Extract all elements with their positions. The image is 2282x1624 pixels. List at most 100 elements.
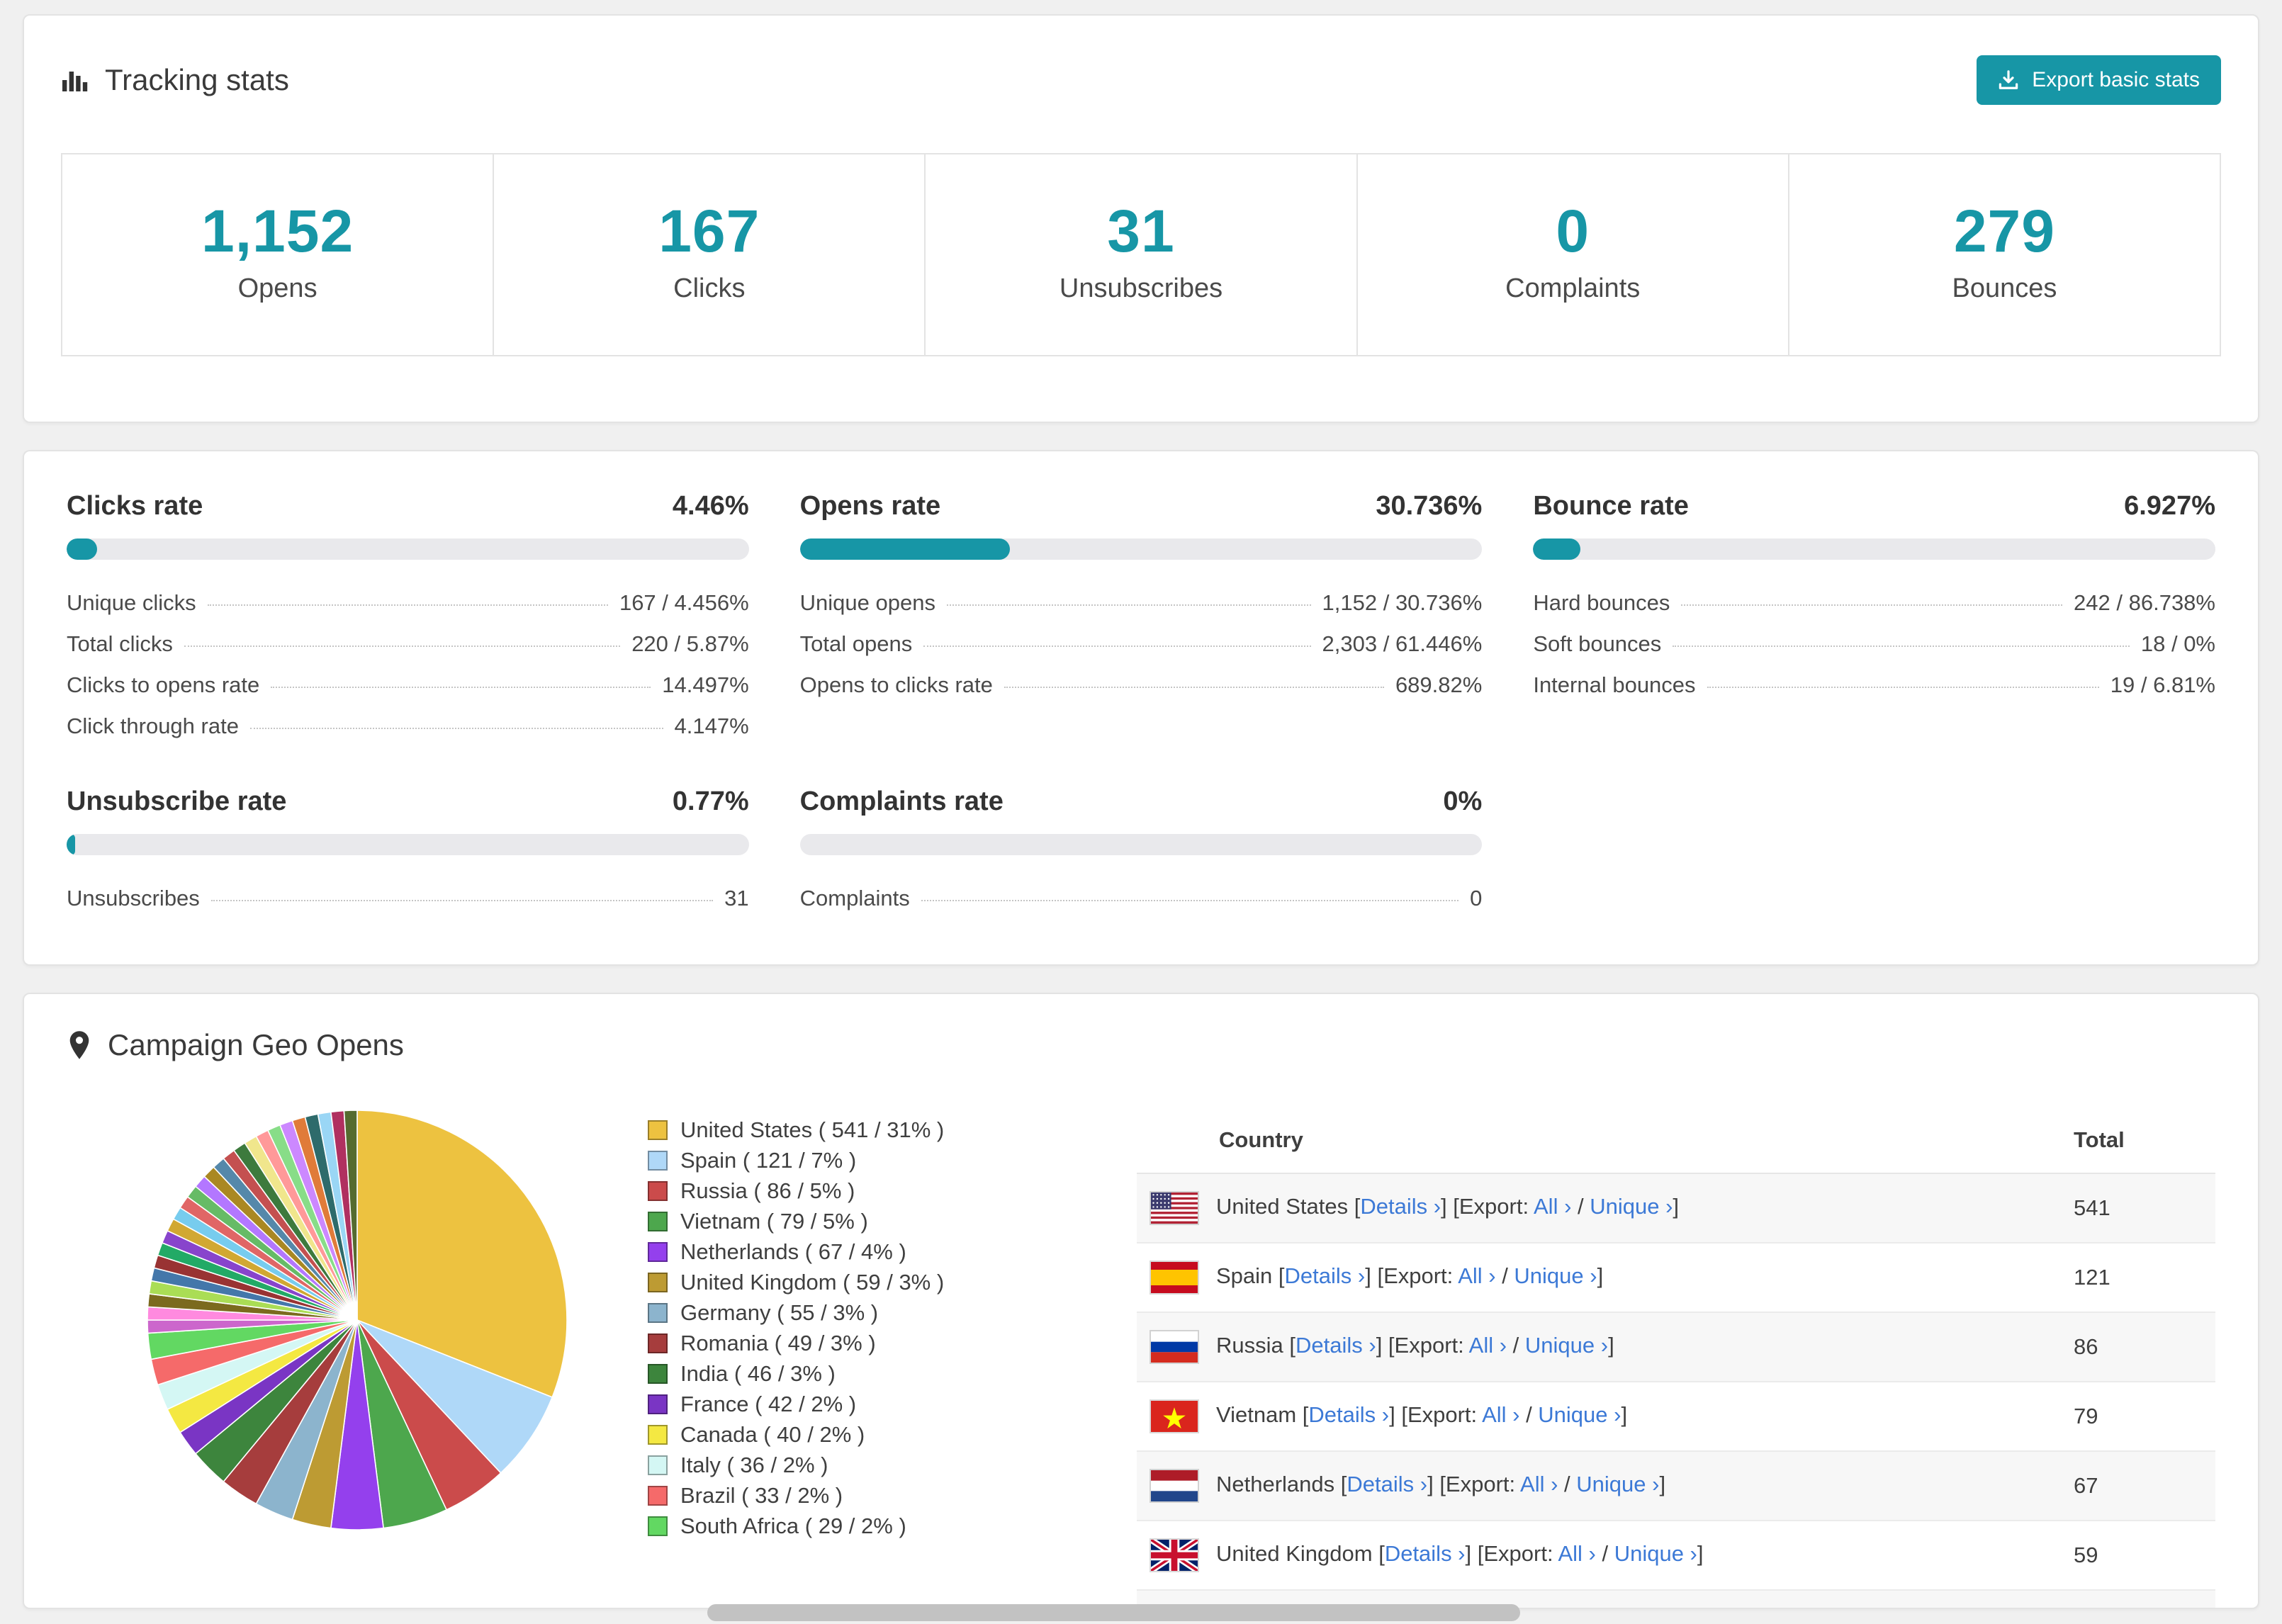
rate-value: 30.736% (1376, 491, 1483, 521)
export-basic-stats-button[interactable]: Export basic stats (1977, 55, 2221, 105)
legend-label: United Kingdom ( 59 / 3% ) (680, 1270, 945, 1295)
dotted-leader (923, 645, 1311, 648)
opens-rate-progress-fill (799, 538, 1010, 560)
legend-label: India ( 46 / 3% ) (680, 1361, 836, 1387)
flag-ru-icon (1151, 1331, 1198, 1363)
legend-item: Germany ( 55 / 3% ) (648, 1302, 1137, 1324)
table-row: United States [Details ›] [Export: All ›… (1137, 1173, 2215, 1244)
table-row: Netherlands [Details ›] [Export: All › /… (1137, 1451, 2215, 1522)
horizontal-scrollbar-thumb[interactable] (707, 1604, 1520, 1621)
export-all-link[interactable]: All › (1469, 1333, 1507, 1358)
details-link[interactable]: Details › (1347, 1472, 1427, 1496)
rate-row-value: 2,303 / 61.446% (1322, 631, 1483, 657)
legend-label: France ( 42 / 2% ) (680, 1392, 857, 1417)
rate-row: Opens to clicks rate 689.82% (800, 665, 1483, 706)
details-link[interactable]: Details › (1295, 1333, 1376, 1358)
rate-row-label: Clicks to opens rate (67, 672, 260, 698)
legend-item: Romania ( 49 / 3% ) (648, 1332, 1137, 1354)
opens-rate-block: Opens rate 30.736% Unique opens 1,152 / 3… (799, 491, 1483, 747)
geo-pie-chart[interactable] (145, 1107, 570, 1533)
rate-row-value: 242 / 86.738% (2074, 590, 2215, 616)
rate-row: Complaints 0 (800, 878, 1483, 919)
dotted-leader (1707, 687, 2099, 689)
dotted-leader (946, 604, 1311, 607)
export-all-link[interactable]: All › (1482, 1402, 1519, 1427)
dotted-leader (1681, 604, 2063, 607)
geo-table-body: United States [Details ›] [Export: All ›… (1137, 1173, 2215, 1608)
legend-item: India ( 46 / 3% ) (648, 1363, 1137, 1385)
rate-row-label: Total opens (799, 631, 913, 657)
legend-swatch (648, 1302, 668, 1323)
tracking-stats-card: Tracking stats Export basic stats 1,152 … (23, 14, 2259, 424)
rate-row-value: 1,152 / 30.736% (1322, 590, 1483, 616)
rate-row-label: Soft bounces (1533, 631, 1662, 657)
flag-vn-icon (1151, 1401, 1198, 1433)
export-button-label: Export basic stats (2032, 68, 2200, 91)
details-link[interactable]: Details › (1308, 1402, 1389, 1427)
table-row: United Kingdom [Details ›] [Export: All … (1137, 1521, 2215, 1591)
export-unique-link[interactable]: Unique › (1590, 1194, 1673, 1219)
stat-label: Complaints (1505, 274, 1641, 304)
export-all-link[interactable]: All › (1458, 1263, 1495, 1288)
export-unique-link[interactable]: Unique › (1614, 1541, 1697, 1566)
stat-value: 167 (658, 198, 760, 264)
table-row: Vietnam [Details ›] [Export: All › / Uni… (1137, 1382, 2215, 1453)
rate-row: Total clicks 220 / 5.87% (67, 624, 749, 665)
rate-row-value: 689.82% (1395, 672, 1483, 698)
export-unique-link[interactable]: Unique › (1525, 1333, 1608, 1358)
total-cell: 541 (2059, 1173, 2215, 1244)
dotted-leader (1673, 645, 2130, 648)
details-link[interactable]: Details › (1385, 1541, 1466, 1566)
rate-row-label: Internal bounces (1533, 672, 1696, 698)
legend-swatch (648, 1455, 668, 1475)
legend-label: Spain ( 121 / 7% ) (680, 1148, 857, 1173)
legend-label: Germany ( 55 / 3% ) (680, 1300, 879, 1326)
stat-opens: 1,152 Opens (62, 154, 493, 355)
export-all-link[interactable]: All › (1534, 1194, 1571, 1219)
stats-summary-row: 1,152 Opens 167 Clicks 31 Unsubscribes 0… (61, 153, 2221, 357)
export-unique-link[interactable]: Unique › (1538, 1402, 1621, 1427)
export-all-link[interactable]: All › (1558, 1541, 1595, 1566)
stat-value: 279 (1953, 198, 2055, 264)
legend-swatch (648, 1272, 668, 1292)
unsubscribe-rate-block: Unsubscribe rate 0.77% Unsubscribes 31 (67, 786, 749, 919)
legend-swatch (648, 1150, 668, 1171)
legend-label: United States ( 541 / 31% ) (680, 1117, 945, 1143)
opens-rate-progress-track (799, 538, 1483, 560)
rate-row-value: 0 (1470, 886, 1483, 911)
rate-row-label: Complaints (799, 886, 910, 911)
table-row: Spain [Details ›] [Export: All › / Uniqu… (1137, 1243, 2215, 1314)
unsubscribe-rate-progress-track (67, 834, 749, 856)
complaints-rate-block: Complaints rate 0% Complaints 0 (799, 786, 1483, 919)
legend-label: Netherlands ( 67 / 4% ) (680, 1239, 906, 1265)
export-all-link[interactable]: All › (1520, 1472, 1558, 1496)
rate-row: Unique clicks 167 / 4.456% (67, 582, 749, 624)
country-name: Russia (1216, 1333, 1283, 1358)
legend-item: Italy ( 36 / 2% ) (648, 1454, 1137, 1476)
stat-label: Unsubscribes (1059, 274, 1223, 304)
legend-item: United Kingdom ( 59 / 3% ) (648, 1271, 1137, 1293)
legend-label: South Africa ( 29 / 2% ) (680, 1513, 906, 1539)
stat-label: Opens (237, 274, 317, 304)
legend-item: France ( 42 / 2% ) (648, 1393, 1137, 1415)
export-unique-link[interactable]: Unique › (1576, 1472, 1659, 1496)
clicks-rate-block: Clicks rate 4.46% Unique clicks 167 / 4.4… (67, 491, 749, 747)
legend-label: Russia ( 86 / 5% ) (680, 1178, 855, 1204)
country-cell: Netherlands [Details ›] [Export: All › /… (1137, 1451, 2059, 1522)
export-unique-link[interactable]: Unique › (1514, 1263, 1597, 1288)
details-link[interactable]: Details › (1285, 1263, 1366, 1288)
legend-swatch (648, 1394, 668, 1414)
stat-bounces: 279 Bounces (1787, 154, 2220, 356)
download-icon (1998, 69, 2019, 91)
legend-label: Brazil ( 33 / 2% ) (680, 1483, 843, 1509)
rate-row: Unsubscribes 31 (67, 878, 749, 919)
legend-swatch (648, 1424, 668, 1445)
legend-item: Vietnam ( 79 / 5% ) (648, 1210, 1137, 1232)
stat-value: 1,152 (201, 198, 354, 264)
complaints-rate-progress-track (799, 834, 1483, 856)
rate-title: Bounce rate (1533, 491, 1689, 521)
total-cell: 67 (2059, 1451, 2215, 1522)
details-link[interactable]: Details › (1360, 1194, 1441, 1219)
legend-item: Canada ( 40 / 2% ) (648, 1423, 1137, 1445)
country-name: Netherlands (1216, 1472, 1335, 1497)
